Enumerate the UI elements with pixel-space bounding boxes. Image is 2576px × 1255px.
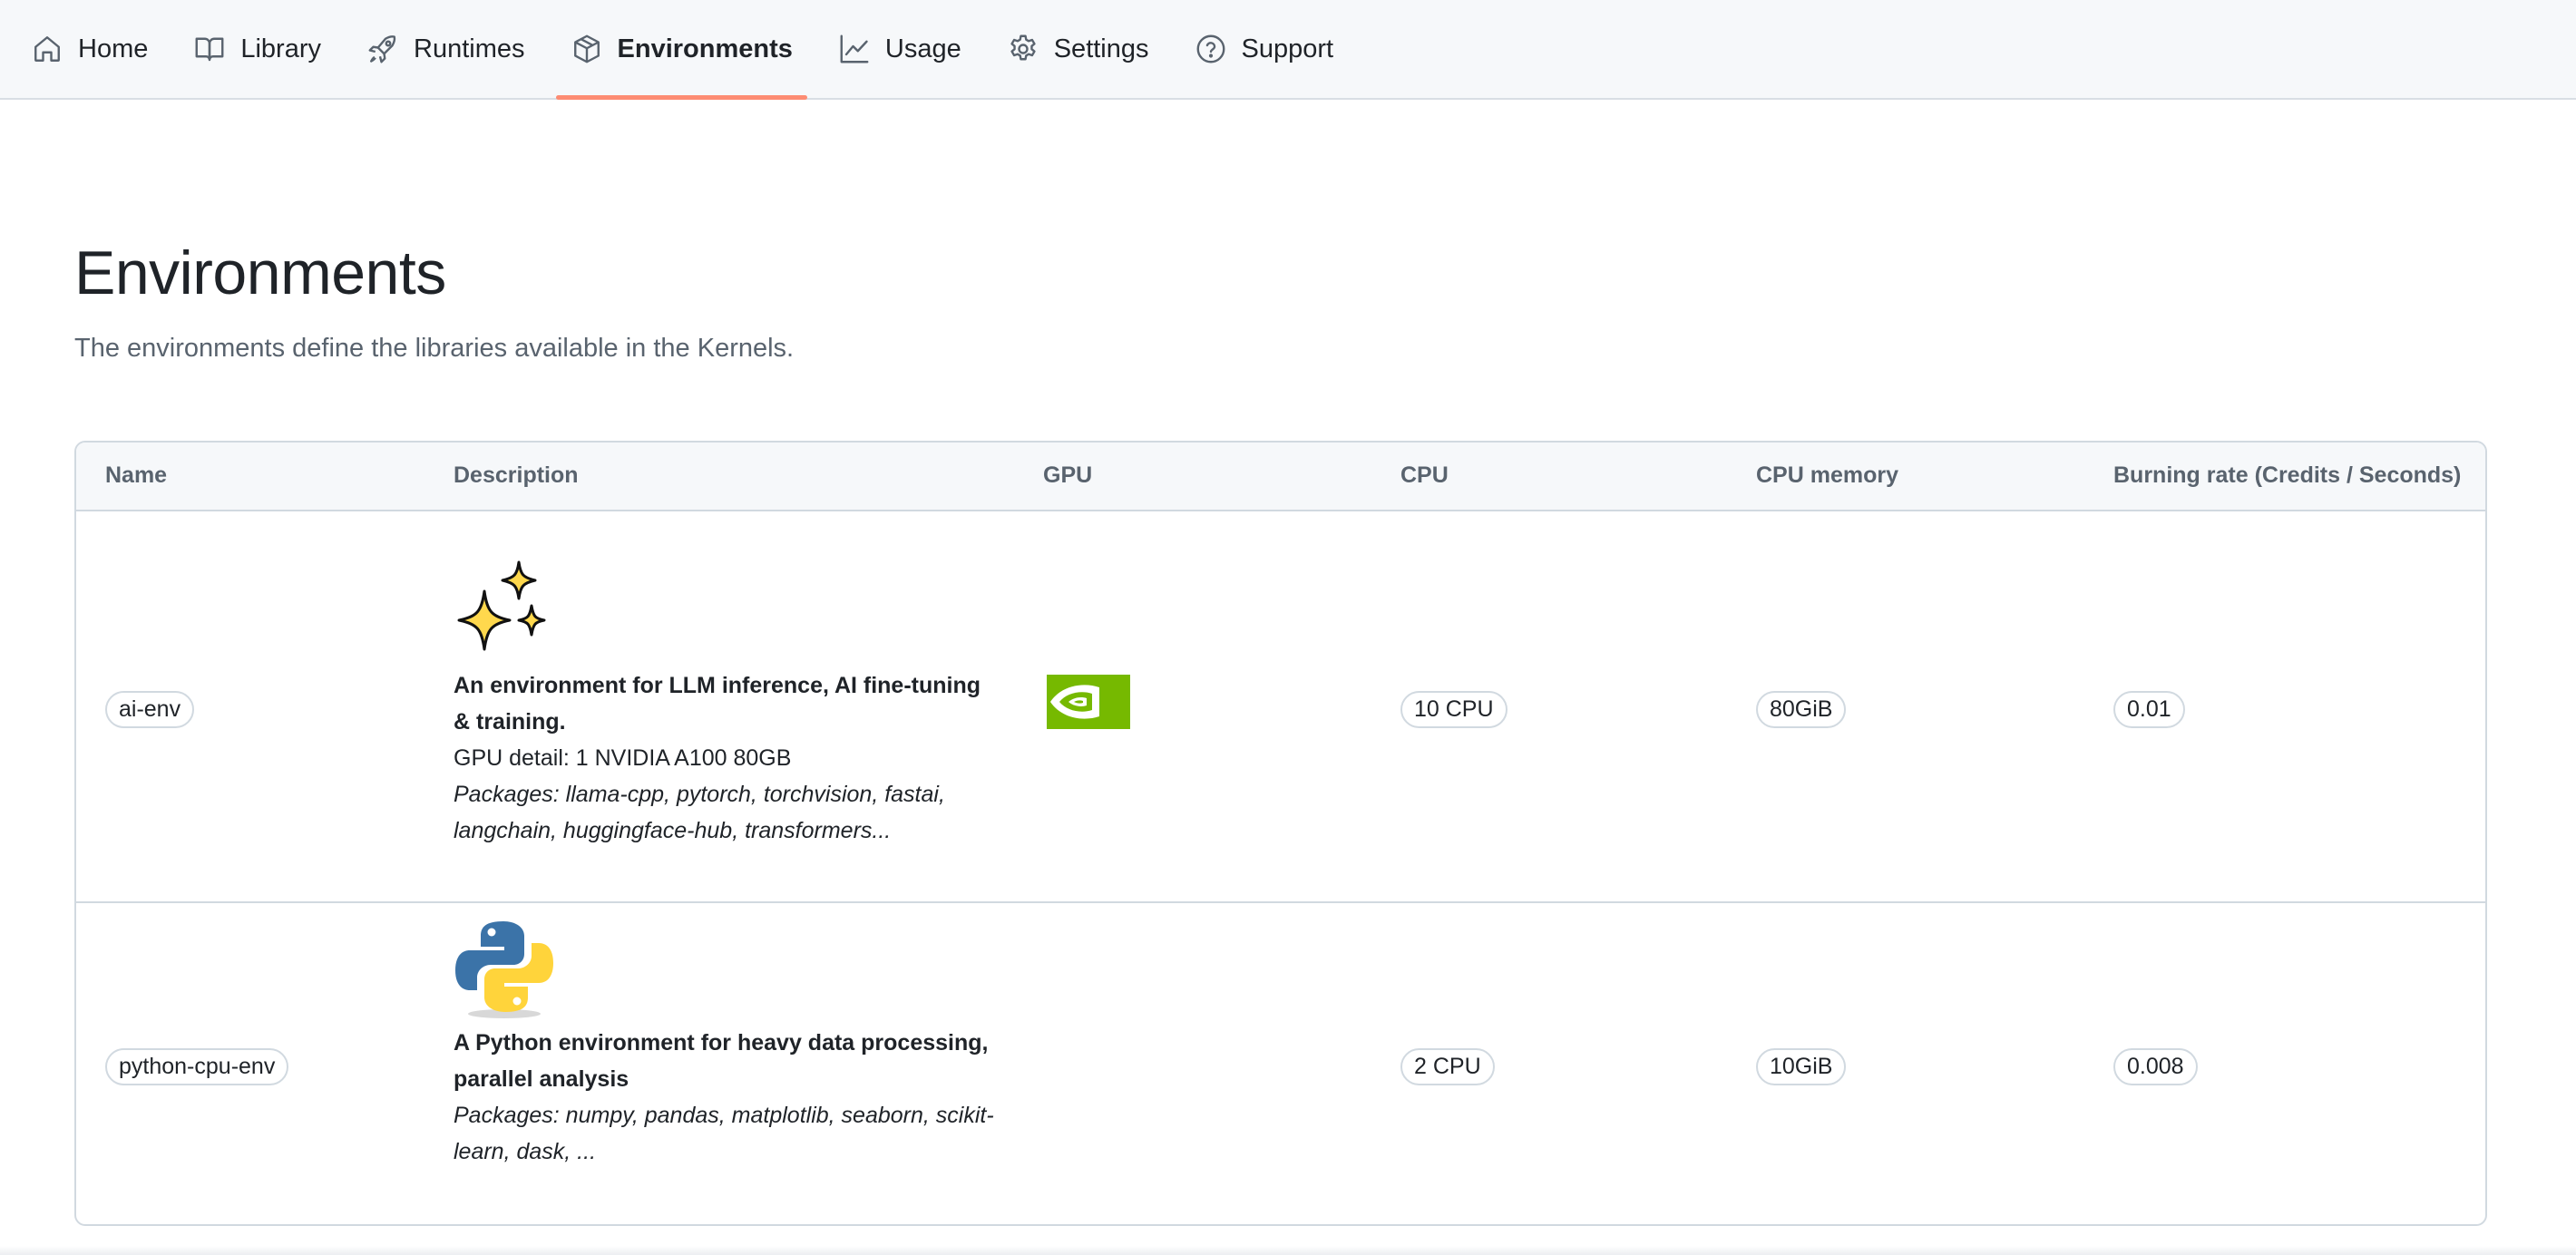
env-description: An environment for LLM inference, AI fin… <box>454 560 998 849</box>
cpu-badge: 2 CPU <box>1400 1048 1495 1085</box>
nav-item-environments[interactable]: Environments <box>555 0 808 100</box>
env-name-badge: ai-env <box>105 691 195 728</box>
env-packages: Packages: llama-cpp, pytorch, torchvisio… <box>454 782 945 843</box>
page-subtitle: The environments define the libraries av… <box>74 334 795 363</box>
nav-item-runtimes[interactable]: Runtimes <box>352 0 540 98</box>
column-header-burning-rate[interactable]: Burning rate (Credits / Seconds) <box>2113 462 2461 489</box>
nav-item-label: Usage <box>884 34 961 63</box>
cpu-badge: 10 CPU <box>1400 691 1508 728</box>
rocket-icon <box>366 33 399 65</box>
memory-badge: 80GiB <box>1756 691 1847 728</box>
graph-icon <box>838 33 871 65</box>
column-header-name[interactable]: Name <box>105 462 167 489</box>
nav-item-home[interactable]: Home <box>16 0 162 98</box>
nav-item-label: Settings <box>1053 34 1149 63</box>
book-icon <box>193 33 226 65</box>
gear-icon <box>1007 33 1039 65</box>
page-title: Environments <box>74 238 446 307</box>
env-description-title: An environment for LLM inference, AI fin… <box>454 673 981 735</box>
nav-item-label: Runtimes <box>414 34 525 63</box>
column-header-description[interactable]: Description <box>454 462 579 489</box>
package-icon <box>571 33 603 65</box>
nav-item-support[interactable]: Support <box>1180 0 1349 98</box>
nav-item-label: Home <box>78 34 149 63</box>
burning-rate-badge: 0.01 <box>2113 691 2185 728</box>
column-header-gpu[interactable]: GPU <box>1043 462 1092 489</box>
nav-item-library[interactable]: Library <box>179 0 336 98</box>
column-header-cpu-memory[interactable]: CPU memory <box>1756 462 1898 489</box>
column-header-cpu[interactable]: CPU <box>1400 462 1449 489</box>
table-row[interactable]: ai-env An environment for LLM inference,… <box>76 513 2485 903</box>
environments-table: Name Description GPU CPU CPU memory Burn… <box>74 441 2487 1226</box>
python-logo-icon <box>454 918 555 1019</box>
env-name-badge: python-cpu-env <box>105 1048 289 1085</box>
env-gpu-detail: GPU detail: 1 NVIDIA A100 80GB <box>454 745 792 771</box>
nav-item-label: Environments <box>617 34 793 63</box>
nav-item-settings[interactable]: Settings <box>992 0 1164 98</box>
env-packages: Packages: numpy, pandas, matplotlib, sea… <box>454 1103 994 1164</box>
env-description-title: A Python environment for heavy data proc… <box>454 1030 989 1092</box>
table-header: Name Description GPU CPU CPU memory Burn… <box>76 443 2485 511</box>
home-icon <box>31 33 63 65</box>
memory-badge: 10GiB <box>1756 1048 1847 1085</box>
nav-item-label: Library <box>240 34 322 63</box>
question-icon <box>1195 33 1227 65</box>
table-row[interactable]: python-cpu-env A Python environment for … <box>76 905 2485 1224</box>
bottom-shadow <box>0 1246 2576 1255</box>
sparkles-icon <box>454 560 555 662</box>
env-description: A Python environment for heavy data proc… <box>454 918 998 1170</box>
top-navigation: Home Library Runtimes Environments Usage… <box>0 0 2576 100</box>
nav-item-usage[interactable]: Usage <box>824 0 976 98</box>
nvidia-logo-icon <box>1047 675 1130 734</box>
burning-rate-badge: 0.008 <box>2113 1048 2198 1085</box>
nav-item-label: Support <box>1241 34 1334 63</box>
